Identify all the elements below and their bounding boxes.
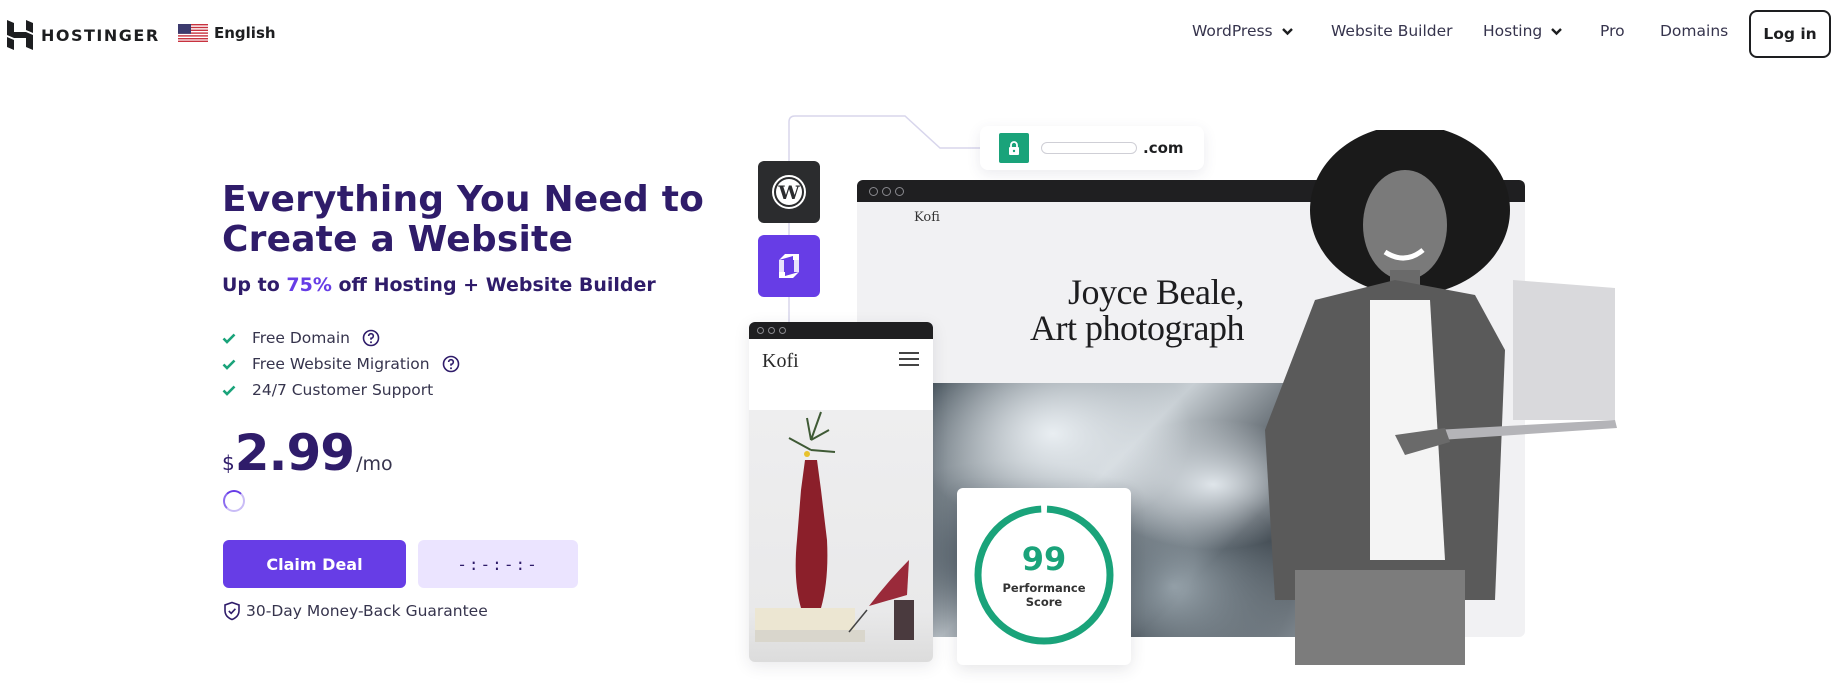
performance-score-card: 99 Performance Score (957, 488, 1131, 665)
domain-url-card: .com (980, 126, 1204, 170)
website-builder-icon (758, 235, 820, 297)
performance-label-line-1: Performance (1002, 581, 1086, 595)
hero-illustration: .com W Kofi Joyce Beale, Art photograph … (0, 0, 1835, 687)
vase-photo (749, 410, 933, 662)
site-headline-line-1: Joyce Beale, (1068, 272, 1244, 312)
window-dot-icon (779, 327, 786, 334)
wordpress-icon: W (758, 161, 820, 223)
window-dot-icon (882, 186, 891, 196)
performance-label: Performance Score (957, 581, 1131, 609)
mobile-site-preview: Kofi (749, 322, 933, 662)
domain-suffix: .com (1143, 139, 1184, 157)
url-placeholder-bar (1041, 142, 1137, 154)
mobile-titlebar (749, 322, 933, 339)
site-brand: Kofi (914, 210, 940, 225)
svg-text:W: W (777, 182, 800, 204)
site-headline: Joyce Beale, Art photograph (1030, 272, 1244, 346)
performance-score: 99 (1021, 540, 1067, 578)
mobile-site-brand: Kofi (762, 350, 799, 372)
window-dot-icon (869, 186, 878, 196)
lock-icon (999, 133, 1029, 163)
performance-label-line-2: Score (1025, 595, 1063, 609)
window-dot-icon (895, 186, 904, 196)
person-with-laptop-photo (1265, 130, 1617, 665)
site-headline-line-2: Art photograph (1030, 308, 1244, 348)
window-dot-icon (768, 327, 775, 334)
window-dot-icon (757, 327, 764, 334)
hamburger-menu-icon (899, 352, 919, 366)
